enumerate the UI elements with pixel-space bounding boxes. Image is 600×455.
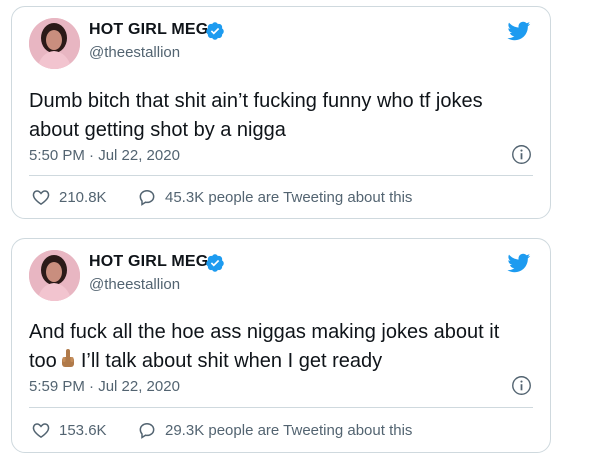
handle[interactable]: @theestallion	[89, 276, 180, 293]
display-name[interactable]: HOT GIRL MEG	[89, 21, 208, 39]
speech-bubble-icon	[139, 422, 155, 439]
divider	[29, 175, 533, 176]
middle-finger-emoji	[61, 349, 74, 367]
like-button[interactable]: 210.8K	[31, 187, 107, 207]
avatar[interactable]	[29, 250, 80, 301]
info-icon[interactable]	[511, 375, 532, 396]
tweet-text-fragment: too	[29, 350, 57, 372]
tweet-card[interactable]: HOT GIRL MEG @theestallion And fuck all …	[11, 238, 551, 453]
timestamp[interactable]: 5:50 PM · Jul 22, 2020	[29, 147, 180, 164]
like-count: 210.8K	[59, 188, 107, 206]
tweet-text-line: too I’ll talk about shit when I get read…	[29, 347, 539, 376]
tweet-text: Dumb bitch that shit ain’t fucking funny…	[29, 87, 539, 145]
avatar[interactable]	[29, 18, 80, 69]
twitter-bird-icon[interactable]	[505, 251, 532, 275]
like-count: 153.6K	[59, 421, 107, 439]
tweet-text-fragment: I’ll talk about shit when I get ready	[80, 350, 383, 372]
tweet-card[interactable]: HOT GIRL MEG @theestallion Dumb bitch th…	[11, 6, 551, 219]
tweeting-about-text: 45.3K people are Tweeting about this	[165, 188, 413, 206]
tweet-text-line: And fuck all the hoe ass niggas making j…	[29, 321, 500, 343]
tweet-text: And fuck all the hoe ass niggas making j…	[29, 318, 539, 376]
twitter-bird-icon[interactable]	[505, 19, 532, 43]
info-icon[interactable]	[511, 144, 532, 165]
heart-icon	[32, 190, 50, 205]
tweeting-about-text: 29.3K people are Tweeting about this	[165, 421, 413, 439]
divider	[29, 407, 533, 408]
timestamp[interactable]: 5:59 PM · Jul 22, 2020	[29, 378, 180, 395]
verified-badge-icon	[206, 254, 224, 272]
verified-badge-icon	[206, 22, 224, 40]
like-button[interactable]: 153.6K	[31, 420, 107, 440]
display-name[interactable]: HOT GIRL MEG	[89, 253, 208, 271]
handle[interactable]: @theestallion	[89, 44, 180, 61]
tweet-text-line: about getting shot by a nigga	[29, 119, 286, 141]
tweet-text-line: Dumb bitch that shit ain’t fucking funny…	[29, 90, 483, 112]
tweeting-about-link[interactable]: 45.3K people are Tweeting about this	[137, 187, 412, 207]
tweeting-about-link[interactable]: 29.3K people are Tweeting about this	[137, 420, 412, 440]
speech-bubble-icon	[139, 189, 155, 206]
heart-icon	[32, 423, 50, 438]
